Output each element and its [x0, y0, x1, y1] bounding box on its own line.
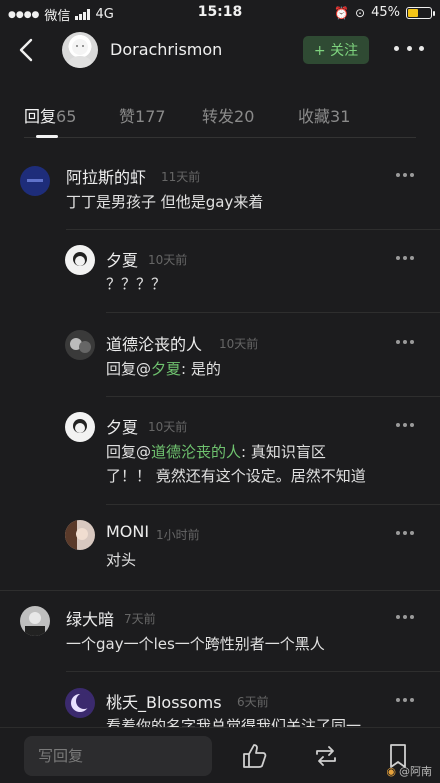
reply-time: 10天前	[148, 253, 188, 267]
divider	[106, 396, 440, 397]
reply-time: 6天前	[237, 695, 269, 709]
profile-header: Dorachrismon + 关注	[0, 26, 440, 74]
reply-text: 回复@道德沦丧的人: 真知识盲区	[106, 443, 326, 461]
active-tab-indicator	[36, 135, 58, 138]
comment-text: 丁丁是男孩子 但他是gay来着	[66, 193, 264, 211]
divider	[66, 229, 440, 230]
reply-time: 10天前	[148, 420, 188, 434]
battery-icon	[406, 6, 435, 19]
like-icon[interactable]	[240, 742, 268, 770]
divider	[66, 671, 440, 672]
comment-time: 7天前	[124, 612, 156, 626]
status-bar: ●●●● 微信 4G 15:18 ⏰ ⊙ 45%	[0, 0, 440, 26]
avatar[interactable]	[65, 412, 95, 442]
comment-more-icon[interactable]	[396, 612, 414, 622]
battery-percent: 45%	[371, 5, 400, 20]
reply-author[interactable]: 道德沦丧的人	[106, 331, 202, 355]
comment-time: 11天前	[161, 170, 201, 184]
reply-author[interactable]: 夕夏	[106, 247, 138, 271]
reply-time: 10天前	[219, 337, 259, 351]
avatar[interactable]	[65, 520, 95, 550]
tab-likes[interactable]: 赞177	[119, 103, 166, 127]
tab-favorites[interactable]: 收藏31	[298, 103, 350, 127]
reply-author[interactable]: 夕夏	[106, 414, 138, 438]
mention-link[interactable]: 道德沦丧的人	[151, 443, 241, 461]
back-arrow-icon[interactable]	[14, 36, 42, 64]
avatar[interactable]	[65, 330, 95, 360]
comment-text: 一个gay一个les一个跨性别者一个黑人	[66, 635, 325, 653]
reply-more-icon[interactable]	[396, 337, 414, 347]
bottom-bar: ◉ @阿南	[0, 727, 440, 783]
comment-author[interactable]: 阿拉斯的虾	[66, 164, 146, 188]
reply-author[interactable]: 桃夭_Blossoms	[106, 689, 222, 713]
reply-text: 对头	[106, 551, 137, 569]
tab-replies[interactable]: 回复65	[24, 103, 76, 127]
profile-avatar[interactable]	[62, 32, 98, 68]
weibo-logo-icon: ◉	[386, 764, 396, 778]
avatar[interactable]	[65, 688, 95, 718]
reply-more-icon[interactable]	[396, 420, 414, 430]
avatar[interactable]	[20, 166, 50, 196]
more-options-icon[interactable]	[394, 38, 424, 58]
reply-author[interactable]: MONI	[106, 522, 149, 541]
divider	[106, 504, 440, 505]
reply-time: 1小时前	[156, 528, 200, 542]
avatar[interactable]	[65, 245, 95, 275]
reply-text: 回复@夕夏: 是的	[106, 360, 221, 378]
reply-more-icon[interactable]	[396, 528, 414, 538]
profile-username[interactable]: Dorachrismon	[110, 40, 222, 59]
repost-icon[interactable]	[312, 742, 340, 770]
divider	[106, 312, 440, 313]
comment-more-icon[interactable]	[396, 170, 414, 180]
reply-text: ？？？？	[106, 275, 167, 293]
reply-more-icon[interactable]	[396, 695, 414, 705]
tab-reposts[interactable]: 转发20	[202, 103, 254, 127]
mention-link[interactable]: 夕夏	[151, 360, 181, 378]
reply-more-icon[interactable]	[396, 253, 414, 263]
alarm-icon: ⏰	[334, 5, 350, 20]
rotation-lock-icon: ⊙	[355, 5, 366, 20]
reply-text-line2: 了！！ 竟然还有这个设定。居然不知道	[106, 467, 366, 485]
divider	[0, 590, 440, 591]
reply-input[interactable]	[24, 736, 212, 776]
tab-bar: 回复65 赞177 转发20 收藏31	[24, 98, 416, 138]
avatar[interactable]	[20, 606, 50, 636]
watermark: ◉ @阿南	[386, 764, 432, 779]
follow-button[interactable]: + 关注	[303, 36, 369, 64]
comment-author[interactable]: 绿大暗	[66, 606, 114, 630]
